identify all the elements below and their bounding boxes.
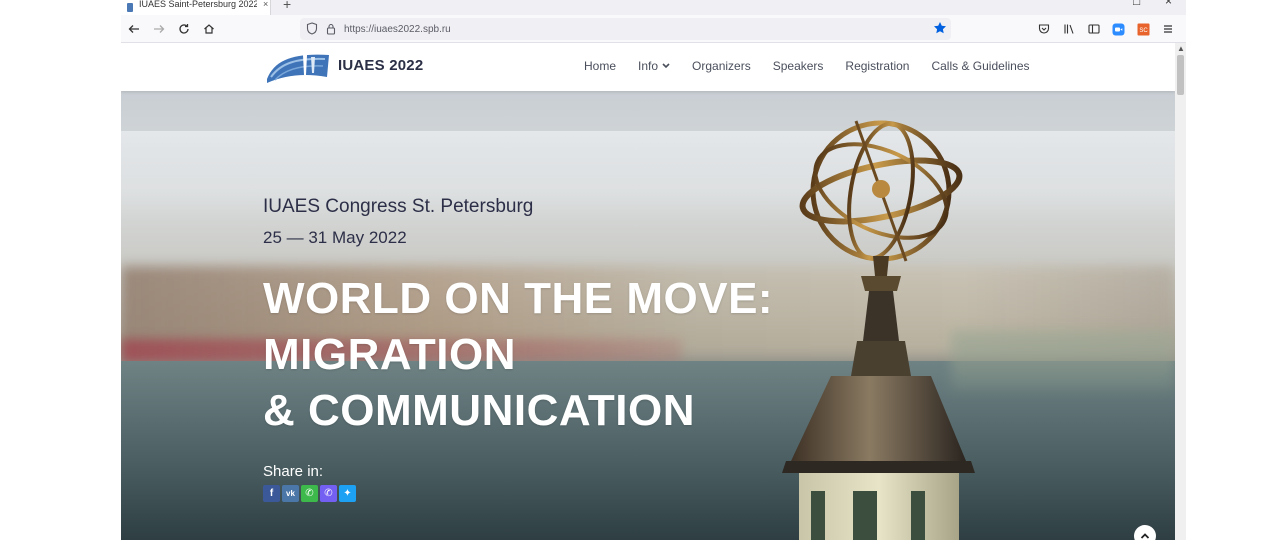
back-arrow-icon	[128, 25, 139, 33]
hero-title: WORLD ON THE MOVE: MIGRATION & COMMUNICA…	[263, 271, 773, 439]
browser-toolbar: https://iuaes2022.spb.ru SC	[121, 15, 1186, 43]
url-text[interactable]: https://iuaes2022.spb.ru	[344, 24, 451, 35]
svg-text:SC: SC	[1139, 28, 1148, 34]
new-tab-button[interactable]: +	[283, 0, 291, 12]
close-window-button[interactable]: ×	[1165, 0, 1172, 8]
address-bar[interactable]: https://iuaes2022.spb.ru	[300, 18, 951, 40]
hero-title-line-3: & COMMUNICATION	[263, 386, 695, 435]
nav-registration[interactable]: Registration	[845, 59, 909, 73]
share-icons: f vk ✆ ✆ ✦	[263, 485, 356, 502]
extension-sc-icon[interactable]: SC	[1136, 22, 1150, 36]
hero-title-line-2: MIGRATION	[263, 330, 516, 379]
site-header: IUAES 2022 Home Info Organizers Speakers…	[121, 43, 1175, 91]
pocket-icon[interactable]	[1037, 22, 1051, 36]
nav-info[interactable]: Info	[638, 59, 670, 73]
site-favicon-icon	[127, 3, 133, 12]
web-page: IUAES 2022 Home Info Organizers Speakers…	[121, 43, 1175, 540]
hero-title-line-1: WORLD ON THE MOVE:	[263, 274, 774, 323]
nav-organizers[interactable]: Organizers	[692, 59, 751, 73]
twitter-share-icon[interactable]: ✦	[339, 485, 356, 502]
page-scrollbar[interactable]: ▲	[1175, 43, 1186, 540]
hero-section: IUAES Congress St. Petersburg 25 — 31 Ma…	[121, 91, 1175, 540]
back-button[interactable]	[126, 21, 142, 37]
viber-share-icon[interactable]: ✆	[320, 485, 337, 502]
library-icon[interactable]	[1062, 22, 1076, 36]
home-button[interactable]	[201, 21, 217, 37]
site-title[interactable]: IUAES 2022	[338, 57, 423, 74]
tab-close-icon[interactable]: ×	[263, 0, 268, 9]
chevron-down-icon	[662, 63, 670, 69]
forward-button[interactable]	[151, 21, 167, 37]
nav-info-label: Info	[638, 59, 659, 73]
reload-icon	[179, 24, 189, 34]
nav-calls-guidelines[interactable]: Calls & Guidelines	[931, 59, 1029, 73]
facebook-share-icon[interactable]: f	[263, 485, 280, 502]
browser-tab[interactable]: IUAES Saint-Petersburg 2022 Co ×	[121, 0, 271, 15]
chevron-up-icon	[1140, 533, 1150, 539]
forward-arrow-icon	[154, 25, 165, 33]
hero-dates: 25 — 31 May 2022	[263, 228, 407, 247]
nav-home[interactable]: Home	[584, 59, 616, 73]
tracking-shield-icon[interactable]	[306, 22, 318, 40]
tab-title: IUAES Saint-Petersburg 2022 Co	[139, 0, 257, 9]
iuaes-logo-icon[interactable]	[265, 49, 331, 85]
scroll-to-top-button[interactable]	[1134, 525, 1156, 540]
scrollbar-up-arrow-icon[interactable]: ▲	[1177, 44, 1185, 53]
maximize-window-button[interactable]: □	[1133, 0, 1140, 8]
zoom-extension-icon[interactable]	[1111, 22, 1125, 36]
armillary-sphere-tower-image	[782, 120, 975, 540]
scrollbar-thumb[interactable]	[1177, 55, 1184, 95]
menu-icon[interactable]	[1161, 22, 1175, 36]
hero-subtitle: IUAES Congress St. Petersburg	[263, 196, 534, 217]
share-label: Share in:	[263, 463, 324, 480]
vk-share-icon[interactable]: vk	[282, 485, 299, 502]
home-icon	[204, 24, 214, 34]
main-nav: Home Info Organizers Speakers Registrati…	[584, 59, 1030, 73]
reload-button[interactable]	[176, 21, 192, 37]
tab-strip: IUAES Saint-Petersburg 2022 Co × + □ ×	[121, 0, 1186, 15]
sidebar-icon[interactable]	[1087, 22, 1101, 36]
lock-icon[interactable]	[326, 22, 336, 40]
bookmark-star-icon[interactable]	[933, 21, 947, 40]
whatsapp-share-icon[interactable]: ✆	[301, 485, 318, 502]
nav-speakers[interactable]: Speakers	[773, 59, 824, 73]
